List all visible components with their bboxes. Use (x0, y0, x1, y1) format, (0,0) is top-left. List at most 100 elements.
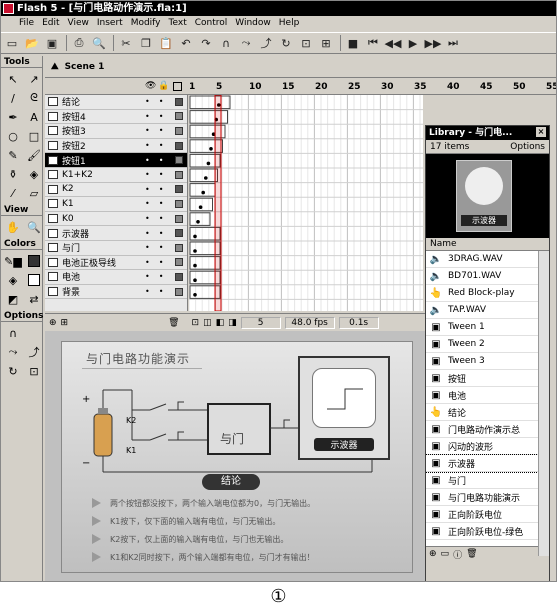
smooth-option-icon[interactable]: ⤳ (3, 343, 23, 361)
layer-visibility-dots[interactable]: •• (145, 287, 172, 296)
layer-row[interactable]: 按钮2 •• (45, 139, 187, 154)
paint-bucket-icon[interactable]: ◈ (24, 165, 44, 183)
layer-visibility-dots[interactable]: •• (145, 97, 172, 106)
step-forward-icon[interactable]: ▶▶ (424, 34, 442, 52)
library-item[interactable]: ▣ 门电路动作演示总 (426, 421, 538, 438)
stroke-color-icon[interactable]: ✎▆ (3, 252, 23, 270)
eyedropper-icon[interactable]: ⁄ (3, 184, 23, 202)
layer-visibility-dots[interactable]: •• (145, 243, 172, 252)
print-icon[interactable]: ⎙ (70, 34, 88, 52)
fill-swatch[interactable] (24, 271, 44, 289)
layer-outline-swatch[interactable] (175, 258, 183, 267)
eye-icon[interactable]: 👁 (145, 81, 156, 91)
straighten-option-icon[interactable]: ⤴ (24, 343, 44, 361)
pen-tool-icon[interactable]: ✒ (3, 108, 23, 126)
fill-color-icon[interactable]: ◈ (3, 271, 23, 289)
open-folder-icon[interactable]: 📂 (23, 34, 41, 52)
library-options-menu[interactable]: Options (510, 140, 545, 153)
scale-icon[interactable]: ⊡ (297, 34, 315, 52)
arrow-tool-icon[interactable]: ↖ (3, 70, 23, 88)
frame-grid[interactable] (189, 95, 423, 311)
text-tool-icon[interactable]: A (24, 108, 44, 126)
layer-row[interactable]: 按钮4 •• (45, 110, 187, 125)
layer-outline-swatch[interactable] (175, 214, 183, 223)
menu-text[interactable]: Text (165, 16, 191, 31)
swap-colors-icon[interactable]: ⇄ (24, 290, 44, 308)
menu-insert[interactable]: Insert (93, 16, 127, 31)
rewind-icon[interactable]: ⏮ (364, 34, 382, 52)
layer-row[interactable]: K0 •• (45, 212, 187, 227)
library-item[interactable]: ▣ Tween 2 (426, 336, 538, 353)
layer-visibility-dots[interactable]: •• (145, 170, 172, 179)
library-item[interactable]: 🔈 BD701.WAV (426, 268, 538, 285)
cut-icon[interactable]: ✂ (117, 34, 135, 52)
layer-visibility-dots[interactable]: •• (145, 156, 172, 165)
close-icon[interactable]: × (536, 127, 546, 137)
layer-outline-swatch[interactable] (175, 156, 183, 165)
line-tool-icon[interactable]: / (3, 89, 23, 107)
layer-visibility-dots[interactable]: •• (145, 214, 172, 223)
library-item[interactable]: ▣ 与门 (426, 472, 538, 489)
scene-label[interactable]: Scene 1 (65, 62, 105, 72)
library-item[interactable]: ▣ Tween 1 (426, 319, 538, 336)
new-folder-icon[interactable]: ▭ (441, 549, 450, 559)
scale-option-icon[interactable]: ⊡ (24, 362, 44, 380)
straighten-icon[interactable]: ⤴ (257, 34, 275, 52)
add-layer-icon[interactable]: ⊕ (49, 318, 57, 328)
default-colors-icon[interactable]: ◩ (3, 290, 23, 308)
zoom-tool-icon[interactable]: 🔍 (24, 218, 44, 236)
library-item[interactable]: ▣ 正向阶跃电位 (426, 506, 538, 523)
menu-window[interactable]: Window (231, 16, 275, 31)
layer-outline-swatch[interactable] (175, 229, 183, 238)
library-item[interactable]: ▣ 闪动的波形 (426, 438, 538, 455)
hand-tool-icon[interactable]: ✋ (3, 218, 23, 236)
frame-ruler[interactable]: 1510152025303540455055 (189, 79, 556, 95)
layer-visibility-dots[interactable]: •• (145, 258, 172, 267)
onion-outline-icon[interactable]: ◧ (216, 318, 225, 328)
layer-visibility-dots[interactable]: •• (145, 272, 172, 281)
brush-tool-icon[interactable]: 🖌 (24, 146, 44, 164)
layer-outline-swatch[interactable] (175, 97, 183, 106)
new-file-icon[interactable]: ▭ (3, 34, 21, 52)
layer-visibility-dots[interactable]: •• (145, 112, 172, 121)
go-to-end-icon[interactable]: ⏭ (444, 34, 462, 52)
layer-row[interactable]: 电池 •• (45, 270, 187, 285)
layer-row[interactable]: 示波器 •• (45, 226, 187, 241)
library-item[interactable]: ▣ Tween 3 (426, 353, 538, 370)
library-item[interactable]: ▣ 与门电路功能演示 (426, 489, 538, 506)
library-scrollbar[interactable] (538, 251, 549, 556)
stop-icon[interactable]: ■ (344, 34, 362, 52)
snap-magnet-icon[interactable]: ∩ (217, 34, 235, 52)
layer-outline-swatch[interactable] (175, 141, 183, 150)
layer-row[interactable]: 与门 •• (45, 241, 187, 256)
layer-row[interactable]: K1 •• (45, 197, 187, 212)
layer-outline-swatch[interactable] (175, 199, 183, 208)
layer-visibility-dots[interactable]: •• (145, 126, 172, 135)
layer-outline-swatch[interactable] (175, 126, 183, 135)
layer-outline-swatch[interactable] (175, 112, 183, 121)
menu-modify[interactable]: Modify (127, 16, 165, 31)
copy-icon[interactable]: ❐ (137, 34, 155, 52)
menu-help[interactable]: Help (275, 16, 304, 31)
layer-outline-swatch[interactable] (175, 243, 183, 252)
lock-icon[interactable]: 🔒 (158, 81, 169, 91)
ink-bottle-icon[interactable]: ⚱ (3, 165, 23, 183)
library-item[interactable]: 🔈 TAP.WAV (426, 302, 538, 319)
new-symbol-icon[interactable]: ⊕ (429, 549, 437, 559)
layer-outline-swatch[interactable] (175, 272, 183, 281)
layer-row[interactable]: K1+K2 •• (45, 168, 187, 183)
align-icon[interactable]: ⊞ (317, 34, 335, 52)
delete-layer-icon[interactable]: 🗑 (168, 318, 179, 328)
library-title-bar[interactable]: Library - 与门电... × (426, 126, 549, 140)
menu-view[interactable]: View (64, 16, 93, 31)
subselect-tool-icon[interactable]: ↗ (24, 70, 44, 88)
library-item[interactable]: 👆 结论 (426, 404, 538, 421)
paste-icon[interactable]: 📋 (157, 34, 175, 52)
undo-icon[interactable]: ↶ (177, 34, 195, 52)
pencil-tool-icon[interactable]: ✎ (3, 146, 23, 164)
layer-visibility-dots[interactable]: •• (145, 199, 172, 208)
conclusion-button[interactable]: 结论 (202, 474, 260, 490)
lasso-tool-icon[interactable]: ᘓ (24, 89, 44, 107)
onion-skin-icon[interactable]: ◫ (203, 318, 212, 328)
redo-icon[interactable]: ↷ (197, 34, 215, 52)
